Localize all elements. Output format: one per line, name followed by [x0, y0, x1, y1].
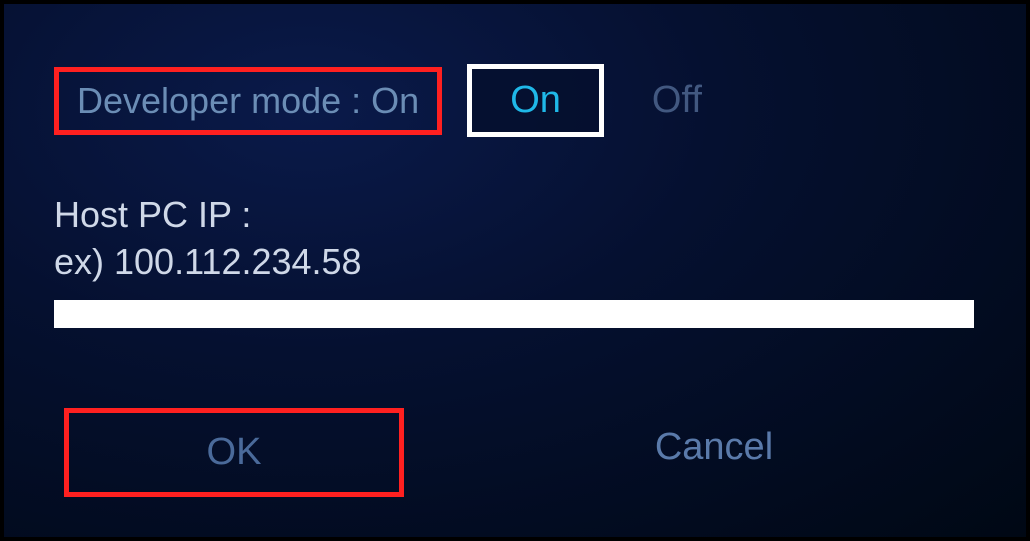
- host-pc-ip-input[interactable]: [54, 300, 974, 328]
- developer-mode-row: Developer mode : On On Off: [54, 64, 976, 137]
- host-pc-ip-label: Host PC IP : ex) 100.112.234.58: [54, 192, 976, 286]
- developer-mode-dialog: Developer mode : On On Off Host PC IP : …: [4, 4, 1026, 537]
- developer-mode-status: Developer mode : On: [54, 67, 442, 135]
- toggle-off-button[interactable]: Off: [624, 69, 730, 132]
- ok-button[interactable]: OK: [64, 408, 404, 497]
- developer-mode-toggle: On Off: [467, 64, 730, 137]
- dialog-buttons: OK Cancel: [54, 408, 976, 497]
- cancel-button[interactable]: Cancel: [544, 408, 884, 497]
- toggle-on-button[interactable]: On: [467, 64, 604, 137]
